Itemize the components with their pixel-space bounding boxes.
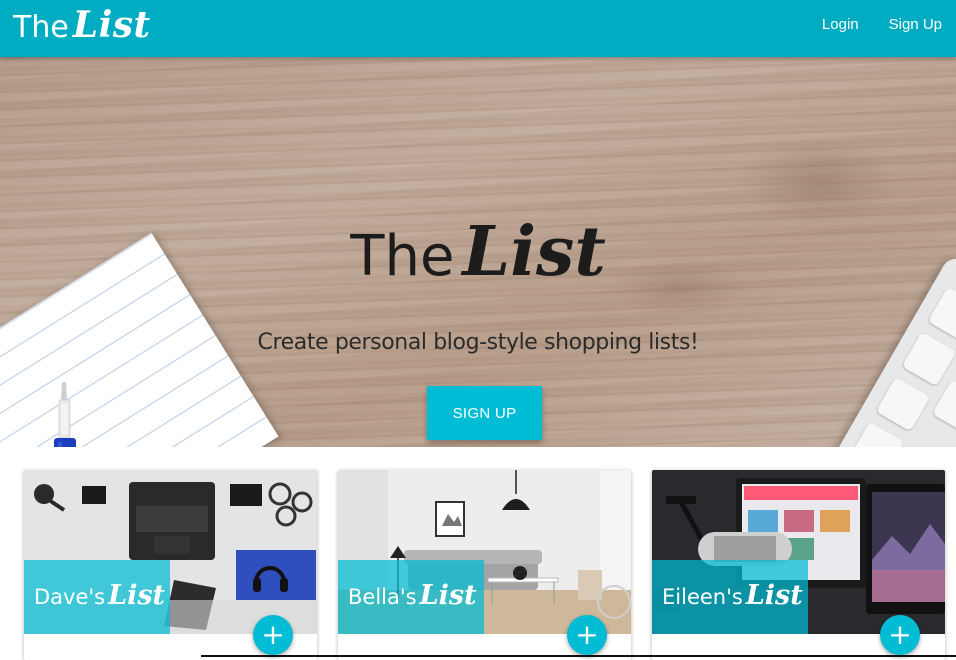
card-list-word: List	[108, 580, 166, 611]
hero-title-list: List	[462, 212, 606, 292]
brand-list: List	[72, 4, 151, 46]
list-card-bella[interactable]: Bella's List +	[338, 470, 631, 660]
list-card-eileen[interactable]: Eileen's List +	[652, 470, 945, 660]
list-card-dave[interactable]: Dave's List +	[24, 470, 317, 660]
pen-image	[54, 382, 76, 447]
card-owner-name: Eileen's	[662, 585, 743, 609]
hero-title: The List	[0, 212, 956, 292]
brand-logo[interactable]: The List	[13, 4, 151, 46]
hero-signup-button[interactable]: SIGN UP	[427, 386, 542, 440]
card-title: Dave's List	[34, 580, 165, 611]
navbar: The List Login Sign Up	[0, 0, 956, 57]
login-link[interactable]: Login	[822, 16, 859, 33]
card-title: Bella's List	[348, 580, 477, 611]
card-list-word: List	[745, 580, 803, 611]
card-owner-name: Dave's	[34, 585, 106, 609]
card-owner-name: Bella's	[348, 585, 417, 609]
card-title: Eileen's List	[662, 580, 803, 611]
signup-link[interactable]: Sign Up	[889, 16, 942, 33]
hero-title-the: The	[350, 224, 455, 289]
hero-banner: The List Create personal blog-style shopp…	[0, 57, 956, 447]
add-button[interactable]: +	[567, 615, 607, 655]
nav-links: Login Sign Up	[822, 16, 942, 33]
add-button[interactable]: +	[880, 615, 920, 655]
add-button[interactable]: +	[253, 615, 293, 655]
card-list-word: List	[419, 580, 477, 611]
brand-the: The	[13, 10, 69, 45]
hero-subtitle: Create personal blog-style shopping list…	[257, 330, 699, 355]
